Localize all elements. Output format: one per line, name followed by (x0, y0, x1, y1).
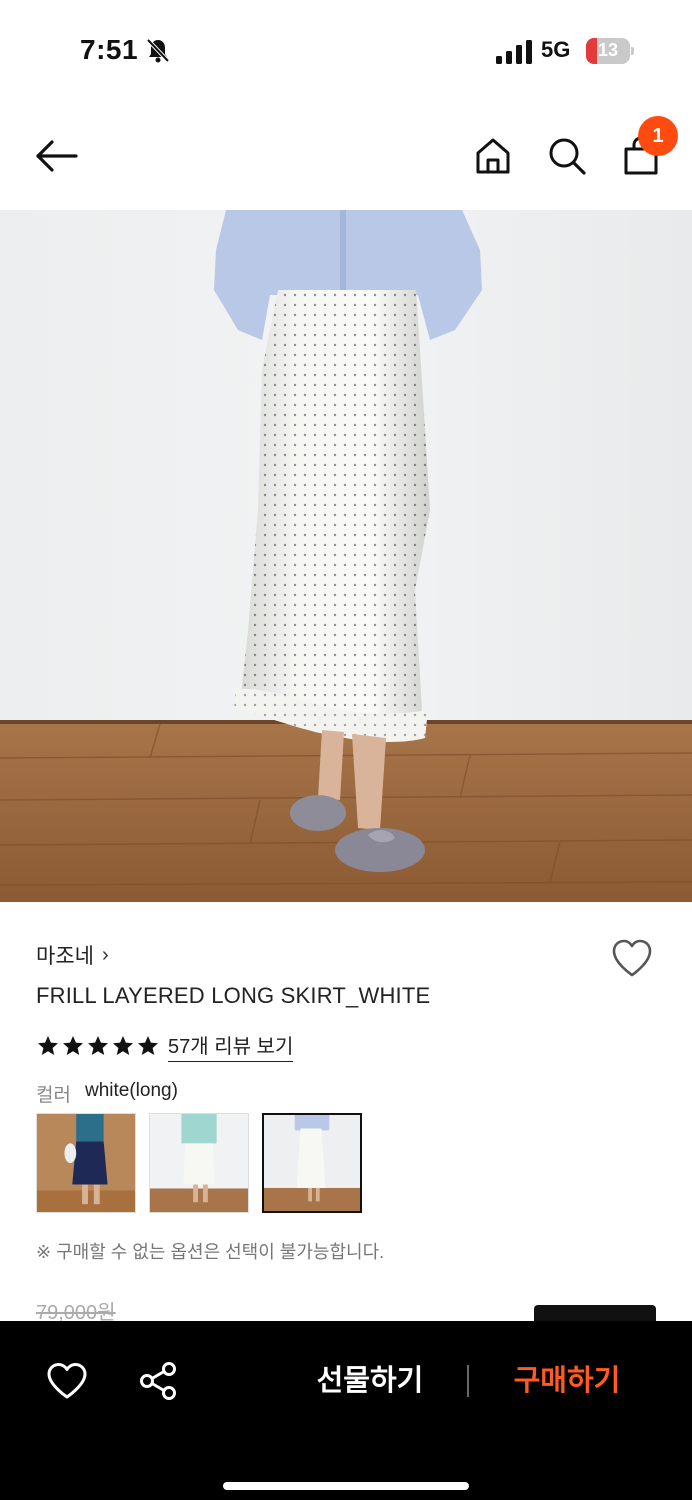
status-bar: 7:51 5G 13 (0, 0, 692, 100)
option-thumbnail-white-long[interactable] (262, 1113, 362, 1213)
option-value: white(long) (84, 1080, 178, 1101)
star-icon (38, 1036, 58, 1055)
status-time: 7:51 (80, 34, 139, 65)
product-name: FRILL LAYERED LONG SKIRT_WHITE (36, 983, 431, 1008)
back-arrow-icon[interactable] (34, 138, 78, 174)
battery-level: 13 (597, 40, 619, 60)
bottom-action-bar: 선물하기 구매하기 (0, 1321, 692, 1500)
option-thumbnails (36, 1113, 362, 1213)
buy-button[interactable]: 구매하기 (490, 1355, 644, 1407)
star-icon (138, 1036, 158, 1055)
signal-bars-icon (496, 40, 532, 64)
option-row: 컬러 white(long) (36, 1080, 178, 1107)
option-label: 컬러 (36, 1085, 71, 1106)
divider (467, 1365, 469, 1397)
star-icon (113, 1036, 133, 1055)
option-thumbnail-mint[interactable] (149, 1113, 249, 1213)
bell-slash-icon (146, 38, 170, 63)
home-indicator[interactable] (223, 1482, 469, 1490)
product-image[interactable] (0, 210, 692, 902)
search-icon[interactable] (546, 135, 588, 177)
share-icon[interactable] (138, 1361, 178, 1401)
cart-count-badge: 1 (638, 116, 678, 156)
home-indicator-area (0, 1426, 692, 1500)
review-link[interactable]: 57개 리뷰 보기 (168, 1030, 294, 1062)
top-nav: 1 (0, 100, 692, 210)
network-type: 5G (541, 37, 571, 62)
heart-icon[interactable] (46, 1361, 88, 1401)
brand-link[interactable]: 마조네 › (36, 940, 109, 970)
chevron-right-icon: › (101, 943, 109, 966)
product-photo (0, 210, 692, 902)
home-icon[interactable] (472, 135, 514, 177)
battery-icon: 13 (586, 38, 634, 64)
heart-outline-icon[interactable] (610, 937, 654, 979)
rating-stars (36, 1034, 160, 1058)
star-icon (88, 1036, 108, 1055)
option-thumbnail-navy[interactable] (36, 1113, 136, 1213)
rating-row: 57개 리뷰 보기 (36, 1030, 294, 1062)
brand-name: 마조네 (36, 945, 94, 968)
option-notice: ※ 구매할 수 없는 옵션은 선택이 불가능합니다. (36, 1242, 385, 1262)
star-icon (63, 1036, 83, 1055)
gift-button[interactable]: 선물하기 (290, 1355, 450, 1407)
